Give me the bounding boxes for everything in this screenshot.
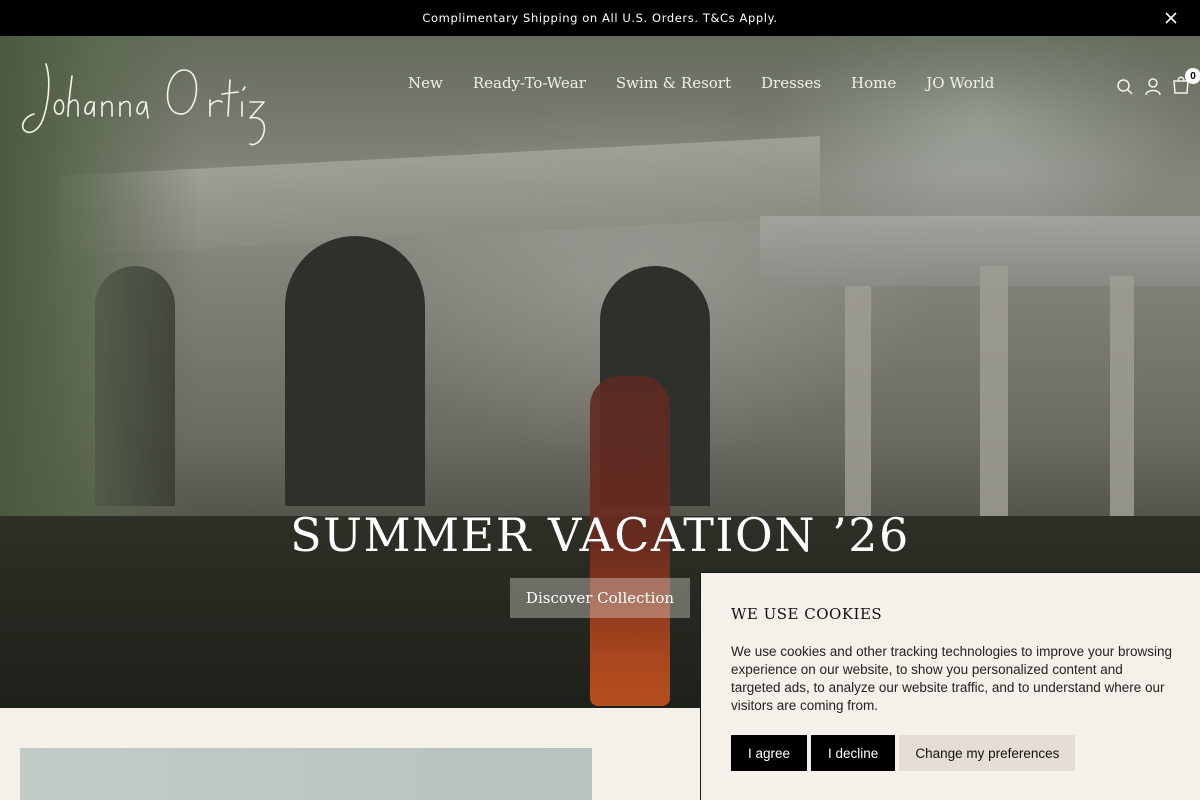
- cart-button[interactable]: 0: [1172, 68, 1200, 99]
- header-icons: 0: [1116, 68, 1200, 99]
- nav-item-ready-to-wear[interactable]: Ready-To-Wear: [473, 74, 586, 92]
- search-icon[interactable]: [1116, 77, 1134, 97]
- nav-item-jo-world[interactable]: JO World: [926, 74, 994, 92]
- announcement-text: Complimentary Shipping on All U.S. Order…: [422, 11, 778, 25]
- discover-collection-button[interactable]: Discover Collection: [510, 578, 690, 618]
- cookie-actions: I agree I decline Change my preferences: [731, 735, 1076, 771]
- decline-button[interactable]: I decline: [811, 735, 896, 771]
- close-icon[interactable]: [1164, 11, 1178, 25]
- hero-pillar: [1110, 276, 1134, 546]
- cookie-body: We use cookies and other tracking techno…: [731, 644, 1172, 713]
- hero-window: [285, 236, 425, 506]
- product-image[interactable]: [20, 748, 592, 800]
- main-nav: New Ready-To-Wear Swim & Resort Dresses …: [408, 74, 994, 92]
- nav-item-swim-resort[interactable]: Swim & Resort: [616, 74, 731, 92]
- cookie-banner: WE USE COOKIES We use cookies and other …: [700, 572, 1200, 800]
- agree-button[interactable]: I agree: [731, 735, 808, 771]
- cookie-title: WE USE COOKIES: [731, 605, 883, 623]
- cart-count-badge: 0: [1185, 68, 1200, 84]
- brand-logo[interactable]: [16, 56, 272, 148]
- hero-title: SUMMER VACATION ’26: [290, 508, 910, 562]
- hero-pillar: [845, 286, 871, 546]
- nav-item-dresses[interactable]: Dresses: [761, 74, 821, 92]
- nav-item-new[interactable]: New: [408, 74, 443, 92]
- nav-item-home[interactable]: Home: [851, 74, 896, 92]
- announcement-bar: Complimentary Shipping on All U.S. Order…: [0, 0, 1200, 36]
- change-preferences-button[interactable]: Change my preferences: [899, 735, 1076, 771]
- user-icon[interactable]: [1144, 77, 1162, 97]
